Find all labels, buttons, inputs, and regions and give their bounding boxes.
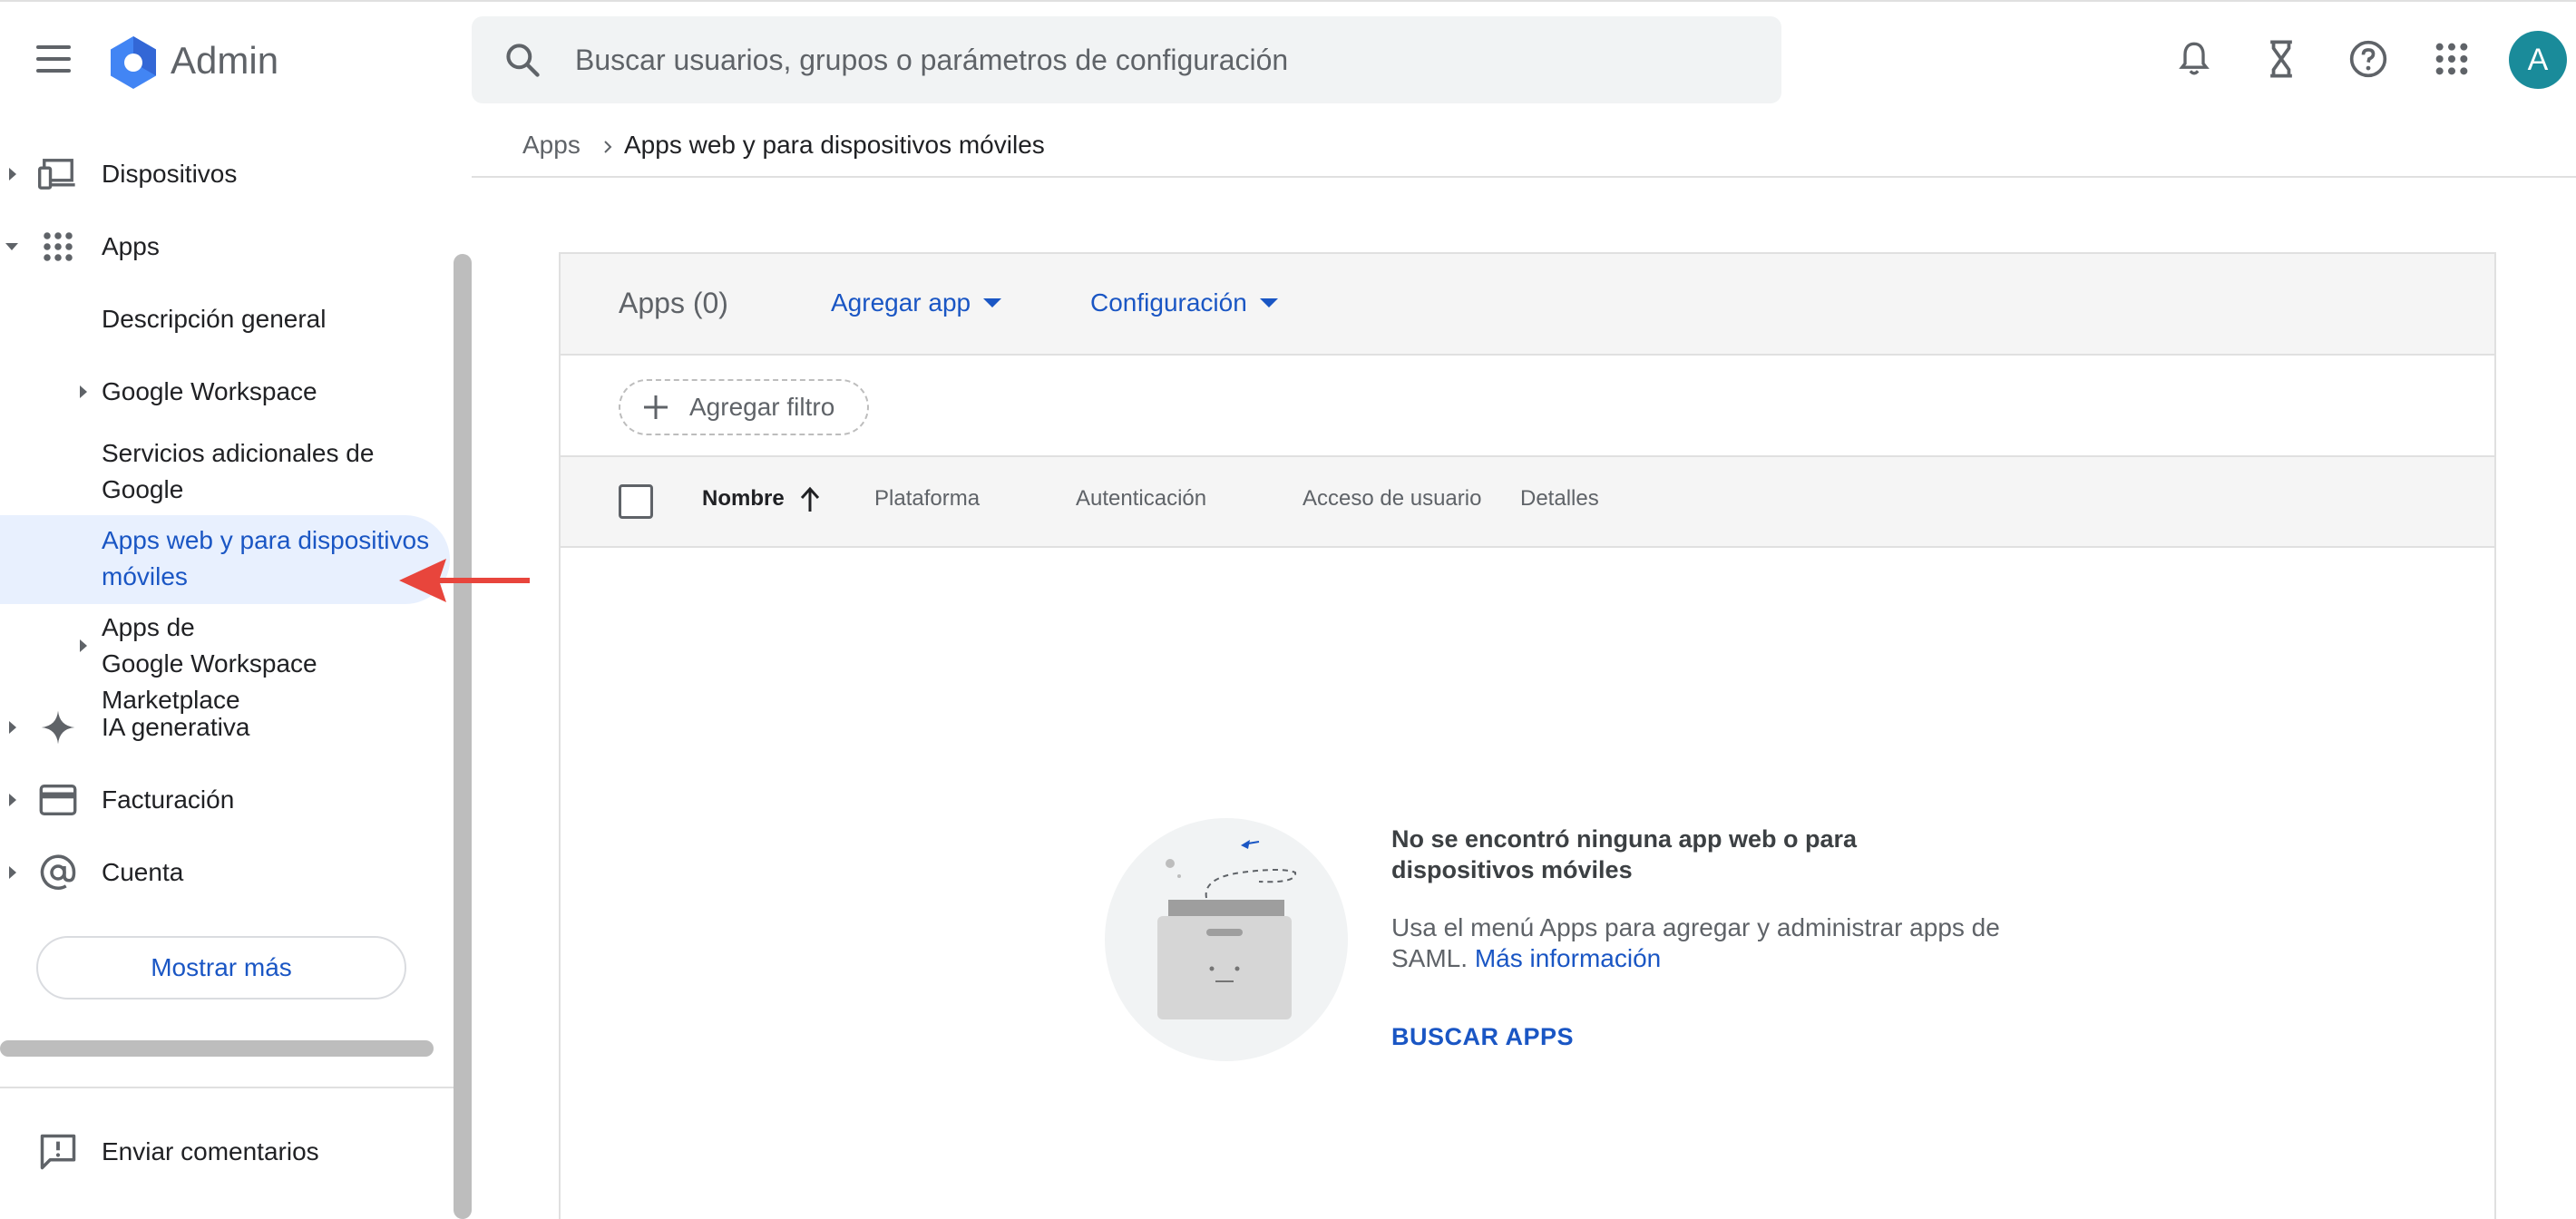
column-header-details[interactable]: Detalles — [1520, 486, 1599, 512]
chevron-right-icon[interactable] — [9, 794, 16, 806]
annotation-arrow — [399, 559, 530, 602]
sort-ascending-icon[interactable] — [796, 484, 824, 515]
sidebar-item-marketplace-apps[interactable]: Apps de Google Workspace Marketplace — [0, 608, 472, 714]
sidebar-item-label: IA generativa — [102, 713, 250, 741]
add-app-menu[interactable]: Agregar app — [831, 288, 1002, 317]
apps-grid-icon — [36, 225, 80, 268]
help-icon[interactable] — [2346, 36, 2391, 82]
send-feedback-button[interactable]: Enviar comentarios — [0, 1125, 454, 1179]
sidebar-item-label: Google Workspace — [102, 377, 317, 405]
sidebar-item-generative-ai[interactable]: IA generativa — [0, 704, 454, 751]
sidebar-item-label: Apps web y para dispositivos móviles — [102, 526, 430, 590]
sidebar-item-label: Descripción general — [102, 305, 327, 333]
add-app-label: Agregar app — [831, 288, 971, 317]
settings-menu[interactable]: Configuración — [1090, 288, 1278, 317]
search-bar[interactable] — [472, 16, 1781, 103]
filter-bar: Agregar filtro — [561, 356, 2494, 457]
apps-grid-icon[interactable] — [2429, 36, 2474, 82]
sidebar-item-label: Facturación — [102, 785, 235, 814]
notifications-icon[interactable] — [2171, 36, 2217, 82]
chevron-right-icon[interactable] — [80, 639, 87, 652]
sidebar-item-devices[interactable]: Dispositivos — [0, 151, 454, 198]
sidebar-item-web-mobile-apps[interactable]: Apps web y para dispositivos móviles — [0, 521, 454, 597]
dropdown-arrow-icon — [1259, 298, 1278, 307]
breadcrumb: Apps Apps web y para dispositivos móvile… — [472, 118, 2576, 178]
sidebar-divider — [0, 1087, 454, 1088]
feedback-icon — [36, 1130, 80, 1174]
sidebar-item-label: Servicios adicionales de Google — [102, 439, 375, 503]
sidebar-item-label-line1: Apps de — [102, 613, 195, 641]
vertical-scrollbar[interactable] — [454, 254, 472, 1219]
chevron-right-icon[interactable] — [9, 168, 16, 180]
column-header-user-access[interactable]: Acceso de usuario — [1303, 486, 1481, 512]
sidebar-item-label: Dispositivos — [102, 160, 238, 188]
more-info-link[interactable]: Más información — [1475, 944, 1661, 972]
chevron-right-icon[interactable] — [9, 721, 16, 734]
column-header-name[interactable]: Nombre — [702, 486, 785, 512]
column-header-platform[interactable]: Plataforma — [874, 486, 980, 512]
app-title: Admin — [171, 39, 279, 82]
empty-box-illustration — [1105, 818, 1348, 1061]
sidebar-item-account[interactable]: Cuenta — [0, 849, 454, 896]
search-input[interactable] — [575, 16, 1754, 103]
plus-icon — [644, 395, 668, 419]
empty-state-title: No se encontró ninguna app web o para di… — [1391, 825, 1858, 883]
card-toolbar: Apps (0) Agregar app Configuración — [561, 254, 2494, 356]
sidebar-item-apps[interactable]: Apps — [0, 223, 454, 270]
add-filter-button[interactable]: Agregar filtro — [619, 379, 869, 435]
sidebar-item-label: Cuenta — [102, 858, 184, 886]
credit-card-icon — [36, 778, 80, 822]
admin-logo[interactable] — [105, 34, 161, 91]
column-header-authentication[interactable]: Autenticación — [1076, 486, 1206, 512]
chevron-right-icon[interactable] — [9, 866, 16, 879]
sparkle-icon — [36, 706, 80, 749]
chevron-right-icon[interactable] — [80, 385, 87, 398]
feedback-label: Enviar comentarios — [102, 1137, 319, 1165]
hourglass-icon[interactable] — [2259, 36, 2304, 82]
empty-state-description: Usa el menú Apps para agregar y administ… — [1391, 912, 2026, 974]
apps-count-title: Apps (0) — [619, 287, 728, 319]
dropdown-arrow-icon — [983, 298, 1002, 307]
browse-apps-button[interactable]: BUSCAR APPS — [1391, 1023, 1574, 1051]
settings-label: Configuración — [1090, 288, 1247, 317]
select-all-checkbox[interactable] — [619, 484, 653, 519]
avatar[interactable]: A — [2509, 31, 2567, 89]
show-more-button[interactable]: Mostrar más — [36, 936, 406, 1000]
top-app-bar: Admin A — [0, 0, 2576, 118]
breadcrumb-current: Apps web y para dispositivos móviles — [624, 131, 1045, 159]
at-sign-icon — [36, 851, 80, 894]
horizontal-scrollbar[interactable] — [0, 1040, 434, 1057]
sidebar-item-google-workspace[interactable]: Google Workspace — [0, 368, 454, 415]
search-icon[interactable] — [503, 40, 542, 80]
sidebar-item-additional-services[interactable]: Servicios adicionales de Google — [0, 434, 454, 510]
devices-icon — [36, 152, 80, 196]
chevron-down-icon[interactable] — [5, 243, 18, 250]
chevron-right-icon — [604, 141, 612, 153]
table-header: Nombre Plataforma Autenticación Acceso d… — [561, 457, 2494, 548]
breadcrumb-apps-link[interactable]: Apps — [522, 131, 581, 160]
sidebar-item-billing[interactable]: Facturación — [0, 776, 454, 824]
apps-card: Apps (0) Agregar app Configuración Agreg… — [559, 252, 2496, 1219]
sidebar-item-overview[interactable]: Descripción general — [0, 296, 454, 343]
sidebar: Dispositivos Apps Descripción general Go… — [0, 118, 472, 1219]
sidebar-item-label: Apps — [102, 232, 160, 260]
menu-icon[interactable] — [27, 36, 82, 82]
add-filter-label: Agregar filtro — [689, 393, 835, 421]
